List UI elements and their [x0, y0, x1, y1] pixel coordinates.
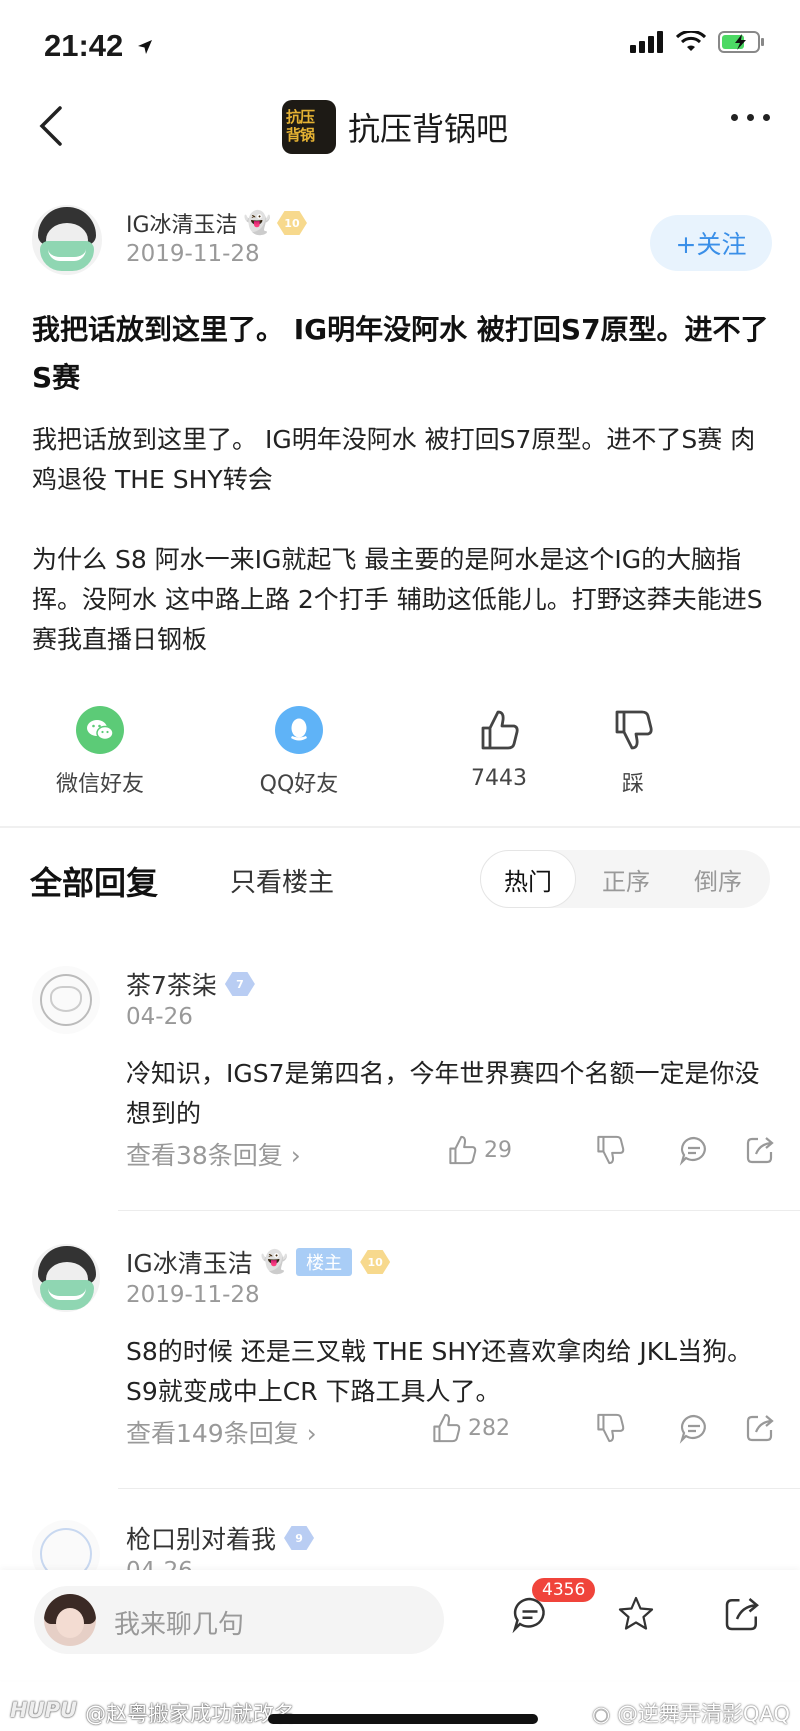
share-icon[interactable]: [744, 1412, 776, 1444]
thumbs-up-icon: [475, 706, 523, 754]
cellular-signal-icon: [630, 31, 663, 53]
sort-toggle: 热门 正序 倒序: [480, 850, 770, 908]
dot-icon: [763, 114, 770, 121]
thumbs-down-icon: [609, 706, 657, 754]
follow-button[interactable]: +关注: [650, 215, 772, 271]
user-avatar: [44, 1594, 96, 1646]
op-tag: 楼主: [296, 1248, 353, 1276]
reply-bubble-icon[interactable]: [678, 1412, 710, 1444]
post-date: 2019-11-28: [126, 241, 260, 267]
level-badge: 10: [360, 1250, 391, 1274]
comment-actions: 查看149条回复 › 282: [126, 1412, 774, 1452]
dot-icon: [731, 114, 738, 121]
comment-item: IG冰清玉洁 👻 楼主 10 2019-11-28 S8的时候 还是三叉戟 TH…: [32, 1244, 774, 1448]
forum-logo: 抗压 背锅: [282, 100, 336, 154]
comment-input-placeholder: 我来聊几句: [114, 1610, 245, 1640]
tab-all-replies[interactable]: 全部回复: [30, 858, 158, 904]
more-options-button[interactable]: [731, 114, 770, 121]
nav-bar: 抗压 背锅 抗压背锅吧: [0, 90, 800, 170]
comment-divider: [118, 1488, 800, 1489]
share-qq-button[interactable]: QQ好友: [229, 706, 369, 798]
share-wechat-button[interactable]: 微信好友: [30, 706, 170, 798]
wifi-icon: [676, 31, 706, 51]
author-name[interactable]: IG冰清玉洁 👻 10: [126, 207, 307, 239]
battery-charging-icon: [718, 31, 764, 53]
comment-text: S8的时候 还是三叉戟 THE SHY还喜欢拿肉给 JKL当狗。 S9就变成中上…: [126, 1337, 753, 1406]
level-badge: 9: [284, 1526, 315, 1550]
location-arrow-icon: [137, 40, 152, 54]
thumbs-up-icon: [433, 1413, 461, 1443]
wechat-icon: [76, 706, 124, 754]
comment-date: 04-26: [126, 1004, 193, 1030]
status-bar: 21:42: [0, 0, 800, 90]
comment-date: 2019-11-28: [126, 1282, 260, 1308]
comment-like-button[interactable]: 29: [446, 1134, 512, 1166]
tab-op-only[interactable]: 只看楼主: [230, 862, 334, 899]
comment-item: 枪口别对着我 9 04-26: [32, 1520, 772, 1570]
back-button[interactable]: [36, 104, 76, 154]
bottom-action-bar: 我来聊几句 4356: [0, 1570, 800, 1680]
comment-item: 茶7茶柒 7 04-26 冷知识，IGS7是第四名，今年世界赛四个名额一定是你没…: [32, 966, 774, 1170]
comment-actions: 查看38条回复 › 29: [126, 1134, 774, 1174]
author-avatar[interactable]: [32, 205, 102, 275]
post-paragraph: 为什么 S8 阿水一来IG就起飞 最主要的是阿水是这个IG的大脑指挥。没阿水 这…: [32, 545, 763, 654]
ghost-emoji-icon: 👻: [260, 1249, 289, 1275]
dislike-button[interactable]: 踩: [563, 706, 703, 798]
commenter-avatar[interactable]: [32, 1520, 100, 1570]
star-favorite-icon[interactable]: [616, 1594, 656, 1634]
view-replies-link[interactable]: 查看149条回复 ›: [126, 1414, 317, 1450]
qq-icon: [275, 706, 323, 754]
share-icon[interactable]: [744, 1134, 776, 1166]
sort-ascending[interactable]: 正序: [578, 850, 674, 908]
commenter-avatar[interactable]: [32, 1244, 100, 1312]
commenter-name[interactable]: IG冰清玉洁 👻 楼主 10: [126, 1244, 391, 1280]
thumbs-down-icon[interactable]: [594, 1412, 626, 1444]
comment-divider: [118, 1210, 800, 1211]
comment-text: 冷知识，IGS7是第四名，今年世界赛四个名额一定是你没想到的: [126, 1059, 760, 1128]
comment-date: 04-26: [126, 1558, 193, 1570]
share-action-row: 微信好友 QQ好友 7443 踩: [0, 706, 800, 806]
post-author-row: IG冰清玉洁 👻 10 2019-11-28 +关注: [32, 205, 772, 280]
comment-input[interactable]: 我来聊几句: [34, 1586, 444, 1654]
watermark-right: ◉ @逆舞弄清影QAQ: [591, 1702, 790, 1726]
commenter-avatar[interactable]: [32, 966, 100, 1034]
watermark-row: HUPU @赵粤搬家成功就改名 ◉ @逆舞弄清影QAQ: [0, 1690, 800, 1731]
thumbs-up-icon: [449, 1135, 477, 1165]
weibo-icon: ◉: [591, 1702, 617, 1726]
dot-icon: [747, 114, 754, 121]
post-body: 我把话放到这里了。 IG明年没阿水 被打回S7原型。进不了S赛 肉鸡退役 THE…: [32, 420, 772, 660]
reply-bubble-icon[interactable]: [678, 1134, 710, 1166]
commenter-name[interactable]: 茶7茶柒 7: [126, 966, 255, 1002]
view-replies-link[interactable]: 查看38条回复 ›: [126, 1136, 301, 1172]
chevron-left-icon: [39, 106, 62, 146]
post-title: 我把话放到这里了。 IG明年没阿水 被打回S7原型。进不了S赛: [32, 313, 769, 394]
status-time: 21:42: [44, 28, 154, 64]
home-indicator: [268, 1714, 538, 1724]
share-icon[interactable]: [722, 1594, 762, 1634]
section-divider: [0, 826, 800, 828]
sort-hot[interactable]: 热门: [480, 850, 576, 908]
like-button[interactable]: 7443: [429, 706, 569, 791]
ghost-emoji-icon: 👻: [243, 210, 271, 236]
post-paragraph: 我把话放到这里了。 IG明年没阿水 被打回S7原型。进不了S赛 肉鸡退役 THE…: [32, 425, 756, 494]
forum-title: 抗压背锅吧: [348, 110, 509, 148]
commenter-name[interactable]: 枪口别对着我 9: [126, 1520, 315, 1556]
comment-like-button[interactable]: 282: [430, 1412, 510, 1444]
reply-tabs: 全部回复 只看楼主 热门 正序 倒序: [30, 850, 770, 912]
forum-header[interactable]: 抗压 背锅 抗压背锅吧: [282, 100, 508, 154]
thumbs-down-icon[interactable]: [594, 1134, 626, 1166]
comment-count-badge: 4356: [532, 1578, 596, 1602]
level-badge: 10: [276, 211, 307, 235]
level-badge: 7: [224, 972, 255, 996]
sort-descending[interactable]: 倒序: [670, 850, 766, 908]
watermark-left: HUPU @赵粤搬家成功就改名: [10, 1698, 296, 1726]
